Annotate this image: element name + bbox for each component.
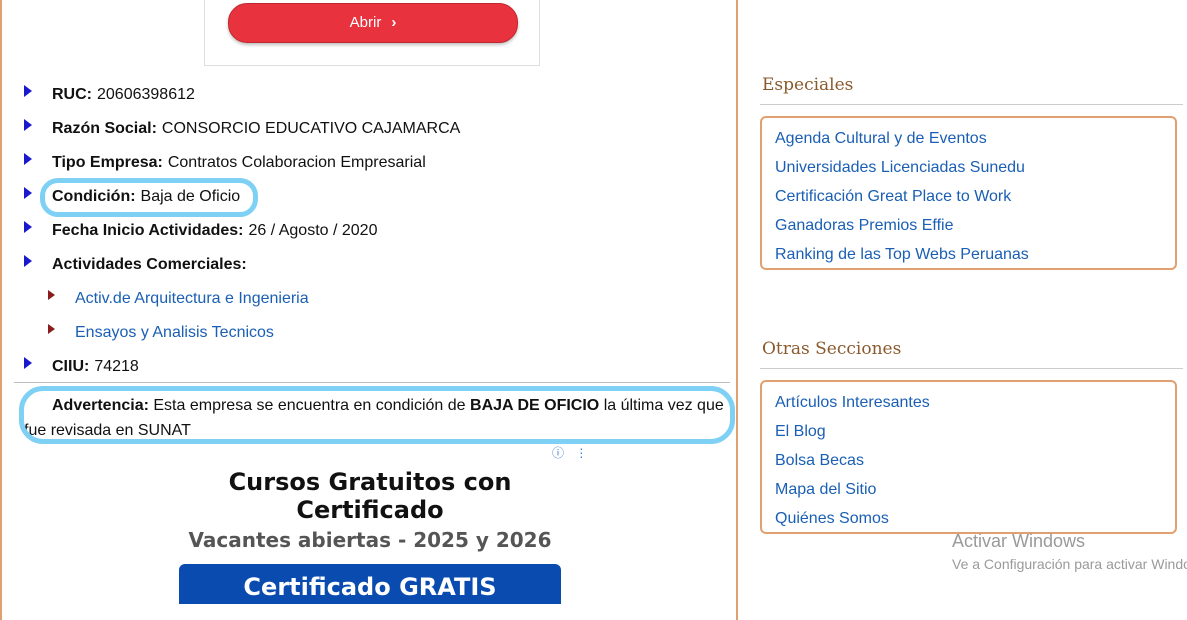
sidebar-link[interactable]: Universidades Licenciadas Sunedu (775, 153, 1175, 182)
ad-info-icon[interactable]: ⓘ ⋮ (552, 444, 591, 461)
sidebar-link[interactable]: Agenda Cultural y de Eventos (775, 124, 1175, 153)
razon-social-label: Razón Social: (52, 120, 157, 137)
actividades-row: Actividades Comerciales: (24, 255, 252, 274)
highlight-warning (19, 386, 735, 444)
especiales-title: Especiales (762, 75, 854, 95)
sidebar-link[interactable]: Bolsa Becas (775, 446, 1175, 475)
tipo-empresa-value: Contratos Colaboracion Empresarial (167, 154, 426, 171)
highlight-condicion (40, 178, 258, 217)
actividades-label: Actividades Comerciales: (52, 256, 247, 273)
bullet-triangle-icon (24, 153, 32, 165)
bullet-triangle-icon (24, 187, 32, 199)
windows-watermark-title: Activar Windows (952, 531, 1086, 551)
actividad-item: Ensayos y Analisis Tecnicos (48, 324, 274, 342)
ruc-value: 20606398612 (97, 86, 195, 103)
bullet-triangle-icon (24, 357, 32, 369)
divider (14, 382, 730, 383)
bullet-triangle-icon (48, 324, 55, 334)
divider (760, 104, 1183, 105)
ruc-row: RUC: 20606398612 (24, 85, 195, 104)
sidebar-link[interactable]: Mapa del Sitio (775, 475, 1175, 504)
divider (760, 368, 1183, 369)
sidebar-link[interactable]: El Blog (775, 417, 1175, 446)
razon-social-value: CONSORCIO EDUCATIVO CAJAMARCA (161, 120, 461, 137)
bullet-triangle-icon (24, 85, 32, 97)
tipo-empresa-row: Tipo Empresa: Contratos Colaboracion Emp… (24, 153, 426, 172)
open-button[interactable]: Abrir › (228, 3, 518, 43)
actividad-link[interactable]: Activ.de Arquitectura e Ingenieria (75, 290, 309, 308)
ad-subtitle: Vacantes abiertas - 2025 y 2026 (188, 528, 552, 552)
ciiu-row: CIIU: 74218 (24, 357, 139, 376)
actividad-item: Activ.de Arquitectura e Ingenieria (48, 290, 309, 308)
bullet-triangle-icon (24, 221, 32, 233)
sidebar-link[interactable]: Ganadoras Premios Effie (775, 211, 1175, 240)
bullet-triangle-icon (24, 255, 32, 267)
sidebar-link[interactable]: Certificación Great Place to Work (775, 182, 1175, 211)
chevron-right-icon: › (391, 14, 397, 31)
sidebar-link[interactable]: Quiénes Somos (775, 504, 1175, 533)
bullet-triangle-icon (24, 119, 32, 131)
ad-title: Cursos Gratuitos con Certificado (228, 468, 512, 524)
razon-social-row: Razón Social: CONSORCIO EDUCATIVO CAJAMA… (24, 119, 461, 138)
bullet-triangle-icon (48, 290, 55, 300)
open-button-label: Abrir (349, 14, 382, 31)
ad-banner[interactable]: Cursos Gratuitos con Certificado Vacante… (164, 462, 576, 604)
ad-button[interactable]: Certificado GRATIS (179, 564, 561, 604)
ciiu-label: CIIU: (52, 358, 90, 375)
sidebar-link[interactable]: Ranking de las Top Webs Peruanas (775, 240, 1175, 269)
fecha-inicio-label: Fecha Inicio Actividades: (52, 222, 244, 239)
sidebar-link[interactable]: Artículos Interesantes (775, 388, 1175, 417)
actividad-link[interactable]: Ensayos y Analisis Tecnicos (75, 324, 274, 342)
otras-secciones-box: Artículos Interesantes El Blog Bolsa Bec… (760, 380, 1177, 534)
ciiu-value: 74218 (94, 358, 139, 375)
especiales-box: Agenda Cultural y de Eventos Universidad… (760, 116, 1177, 270)
ruc-label: RUC: (52, 86, 92, 103)
tipo-empresa-label: Tipo Empresa: (52, 154, 163, 171)
windows-watermark-subtitle: Ve a Configuración para activar Windows. (952, 556, 1187, 572)
fecha-inicio-value: 26 / Agosto / 2020 (248, 222, 378, 239)
fecha-inicio-row: Fecha Inicio Actividades: 26 / Agosto / … (24, 221, 378, 240)
otras-secciones-title: Otras Secciones (762, 339, 902, 359)
